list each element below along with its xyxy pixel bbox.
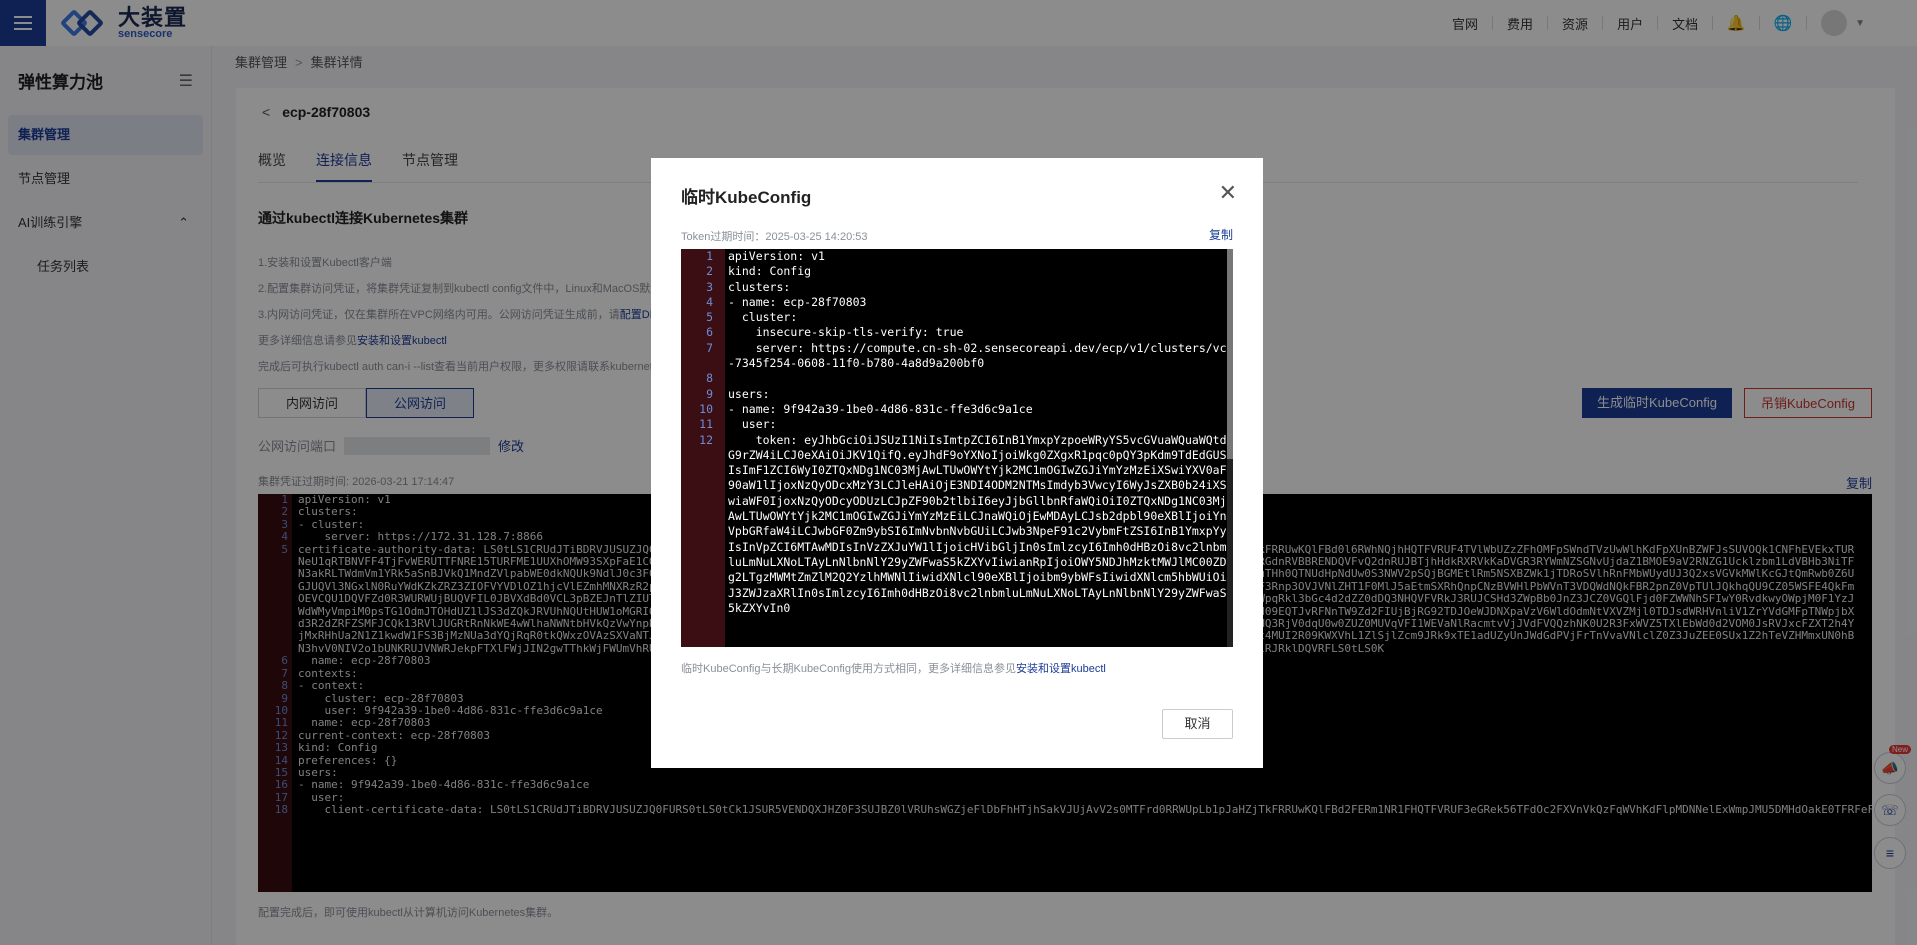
temp-kubeconfig-modal: 临时KubeConfig ✕ Token过期时间：2025-03-25 14:2…	[651, 158, 1263, 768]
line-text: users:	[728, 386, 770, 401]
line-number: 8	[706, 371, 713, 386]
modal-footnote: 临时KubeConfig与长期KubeConfig使用方式相同，更多详细信息参见…	[681, 663, 1106, 675]
token-expiry: Token过期时间：2025-03-25 14:20:53	[681, 231, 868, 243]
code-line: 10 - name: 9f942a39-1be0-4d86-831c-ffe3d6…	[681, 402, 1233, 417]
modal-install-kubectl-link[interactable]: 安装和设置kubectl	[1016, 663, 1106, 675]
line-text: clusters:	[728, 279, 791, 294]
line-number: 9	[706, 386, 713, 401]
line-text: - name: ecp-28f70803	[728, 294, 867, 309]
line-text: token: eyJhbGciOiJSUzI1NiIsImtpZCI6InB1Y…	[728, 432, 1227, 615]
modal-copy-link[interactable]: 复制	[1209, 226, 1233, 243]
code-line: 7 server: https://compute.cn-sh-02.sense…	[681, 341, 1233, 372]
code-line: 2 kind: Config	[681, 264, 1233, 279]
modal-title: 临时KubeConfig	[681, 188, 812, 207]
code-line: 6 insecure-skip-tls-verify: true	[681, 325, 1233, 340]
code-line: 8	[681, 371, 1233, 386]
cancel-button[interactable]: 取消	[1162, 709, 1233, 739]
code-line: 4 - name: ecp-28f70803	[681, 295, 1233, 310]
line-number: 4	[706, 294, 713, 309]
line-text	[713, 371, 1233, 386]
line-number: 7	[706, 340, 713, 355]
code-line: 1 apiVersion: v1	[681, 249, 1233, 264]
temp-kubeconfig-code-block[interactable]: 1 apiVersion: v1 2 kind: Config 3 clusters: 4-…	[681, 249, 1233, 647]
line-number: 10	[699, 401, 713, 416]
line-text: - name: 9f942a39-1be0-4d86-831c-ffe3d6c9…	[728, 401, 1033, 416]
close-icon[interactable]: ✕	[1219, 180, 1237, 206]
line-text: cluster:	[728, 310, 798, 325]
line-number: 2	[706, 264, 713, 279]
line-number: 11	[699, 417, 713, 432]
line-number: 3	[706, 279, 713, 294]
line-text: apiVersion: v1	[728, 249, 825, 263]
code-line: 12 token: eyJhbGciOiJSUzI1NiIsImtpZCI6In…	[681, 433, 1233, 617]
code-line: 11 user:	[681, 417, 1233, 432]
line-text: kind: Config	[728, 264, 812, 279]
code-scrollbar[interactable]	[1227, 249, 1233, 647]
code-line: 9 users:	[681, 387, 1233, 402]
line-text: user:	[728, 417, 777, 432]
line-number: 5	[706, 310, 713, 325]
line-text: insecure-skip-tls-verify: true	[728, 325, 964, 340]
code-line: 3 clusters:	[681, 280, 1233, 295]
line-number: 1	[706, 249, 713, 263]
code-line: 5 cluster:	[681, 310, 1233, 325]
line-number: 6	[706, 325, 713, 340]
line-number: 12	[699, 432, 713, 447]
line-text: server: https://compute.cn-sh-02.senseco…	[728, 340, 1227, 371]
